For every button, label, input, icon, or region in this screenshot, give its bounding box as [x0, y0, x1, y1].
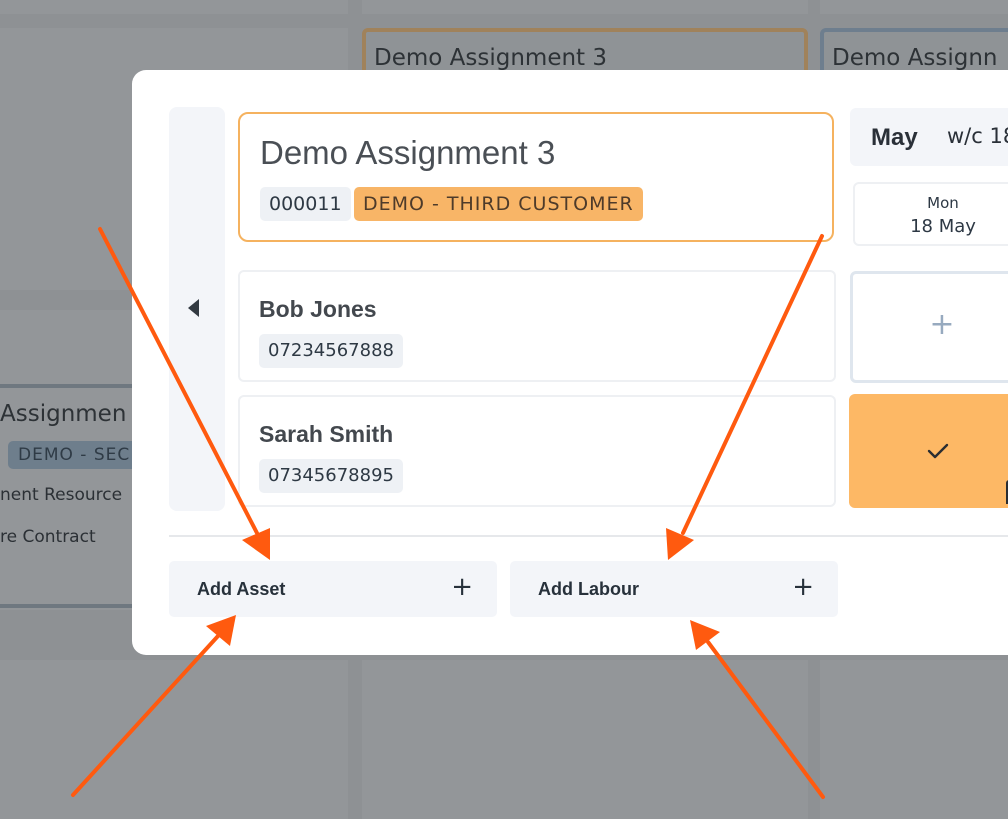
arrow-to-add-asset-top	[98, 227, 260, 537]
annotation-arrows	[71, 227, 825, 799]
arrow-head	[666, 528, 694, 560]
arrow-head	[690, 620, 720, 650]
arrow-to-add-asset-bottom	[71, 634, 220, 797]
arrow-to-add-labour-bottom	[706, 640, 825, 799]
arrow-to-add-labour-top	[681, 234, 824, 535]
